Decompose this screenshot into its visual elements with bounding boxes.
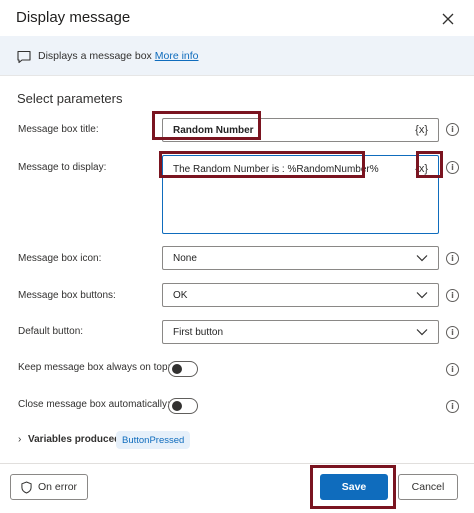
on-error-button[interactable]: On error <box>10 474 88 500</box>
shield-icon <box>21 480 32 494</box>
close-automatically-toggle[interactable] <box>168 398 198 414</box>
more-info-link[interactable]: More info <box>155 50 199 62</box>
message-box-buttons-label: Message box buttons: <box>18 290 116 301</box>
message-icon <box>17 50 31 64</box>
info-description: Displays a message box <box>38 50 152 62</box>
message-box-buttons-value: OK <box>173 289 188 301</box>
toggle-knob <box>172 364 182 374</box>
on-error-label: On error <box>37 481 78 493</box>
info-icon[interactable]: i <box>446 400 459 413</box>
highlight-title-box <box>152 111 261 140</box>
default-button-value: First button <box>173 326 224 338</box>
highlight-variable-button <box>416 151 443 178</box>
variables-produced-label[interactable]: Variables produced <box>28 434 120 445</box>
toggle-knob <box>172 401 182 411</box>
chevron-down-icon <box>416 292 428 299</box>
always-on-top-toggle[interactable] <box>168 361 198 377</box>
default-button-label: Default button: <box>18 326 84 337</box>
variable-chip[interactable]: ButtonPressed <box>116 431 191 449</box>
chevron-down-icon <box>416 255 428 262</box>
close-icon <box>442 13 454 25</box>
highlight-message-box <box>159 151 365 178</box>
info-text: Displays a message box More info <box>38 50 199 62</box>
message-to-display-label: Message to display: <box>18 162 107 173</box>
always-on-top-label: Keep message box always on top: <box>18 362 171 373</box>
info-icon[interactable]: i <box>446 161 459 174</box>
message-box-buttons-select[interactable]: OK <box>162 283 439 307</box>
chevron-right-icon[interactable]: › <box>18 434 21 445</box>
close-button[interactable] <box>438 9 458 29</box>
dialog-title: Display message <box>16 9 131 26</box>
footer-divider <box>0 463 474 464</box>
message-box-icon-label: Message box icon: <box>18 253 102 264</box>
message-box-icon-select[interactable]: None <box>162 246 439 270</box>
chevron-down-icon <box>416 329 428 336</box>
highlight-save-button <box>310 465 396 509</box>
message-box-icon-value: None <box>173 252 197 264</box>
default-button-select[interactable]: First button <box>162 320 439 344</box>
info-icon[interactable]: i <box>446 123 459 136</box>
variable-picker-button[interactable]: {x} <box>415 124 428 136</box>
info-icon[interactable]: i <box>446 252 459 265</box>
cancel-button[interactable]: Cancel <box>398 474 458 500</box>
message-box-title-label: Message box title: <box>18 124 99 135</box>
close-automatically-label: Close message box automatically: <box>18 399 170 410</box>
info-icon[interactable]: i <box>446 289 459 302</box>
section-title: Select parameters <box>17 91 123 106</box>
info-icon[interactable]: i <box>446 326 459 339</box>
info-icon[interactable]: i <box>446 363 459 376</box>
